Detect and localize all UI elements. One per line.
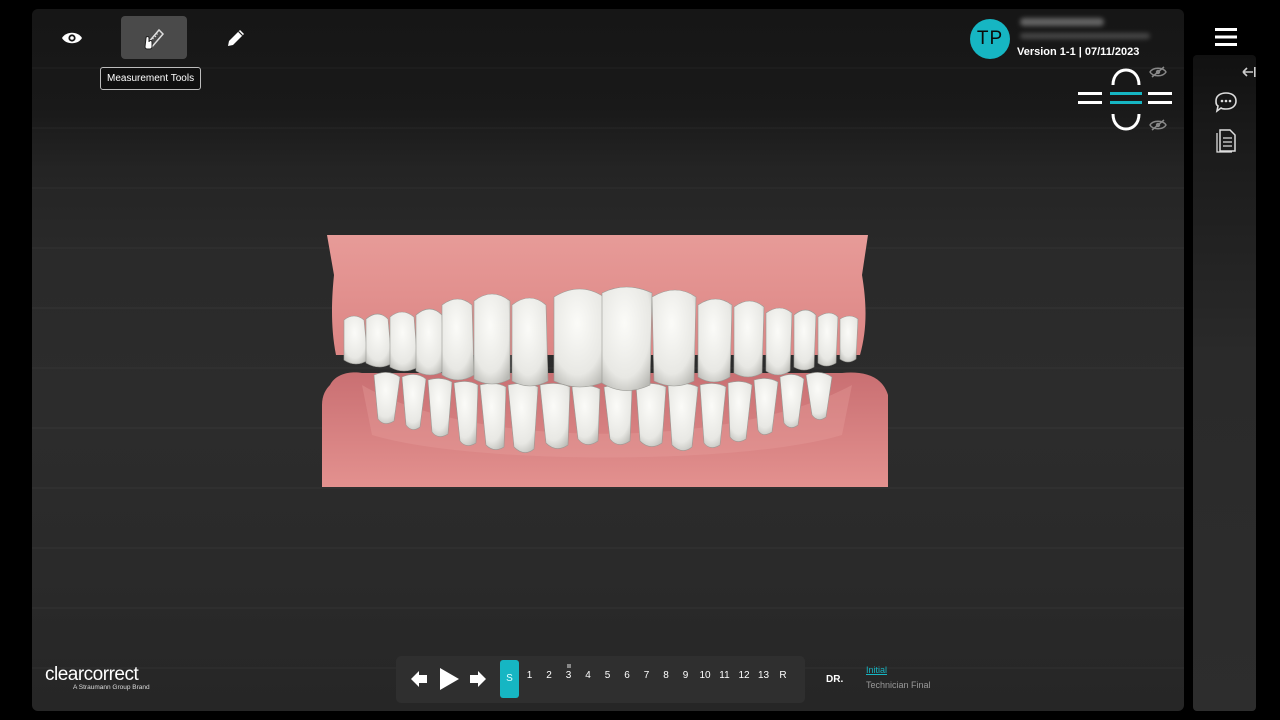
comment-icon[interactable] [1214, 91, 1238, 113]
next-step-icon[interactable] [469, 670, 487, 688]
version-label: Version 1-1 | 07/11/2023 [1017, 46, 1140, 58]
upper-arch-icon[interactable] [1111, 68, 1141, 86]
eye-slash-icon[interactable] [1149, 66, 1167, 78]
dental-model[interactable] [322, 235, 890, 487]
timeline-step-9[interactable]: 9 [678, 670, 694, 681]
doctor-label: DR. [826, 674, 844, 685]
timeline-step-7[interactable]: 7 [639, 670, 655, 681]
brand-tagline: A Straumann Group Brand [73, 684, 150, 691]
bite-view-selector[interactable] [1078, 92, 1172, 104]
edit-button[interactable] [203, 16, 269, 59]
measurement-tools-button[interactable] [121, 16, 187, 59]
timeline-step-10[interactable]: 10 [697, 670, 713, 681]
timeline-step-13[interactable]: 13 [756, 670, 772, 681]
timeline-step-2[interactable]: 2 [541, 670, 557, 681]
tooltip: Measurement Tools [100, 67, 202, 90]
play-icon[interactable] [438, 667, 460, 691]
document-icon[interactable] [1216, 129, 1236, 153]
eye-icon [62, 32, 82, 43]
timeline-step-s[interactable]: S [500, 660, 519, 698]
collapse-arrow-icon[interactable] [1242, 66, 1256, 78]
lower-arch-icon[interactable] [1111, 113, 1141, 131]
initial-link[interactable]: Initial [866, 665, 887, 675]
timeline-step-11[interactable]: 11 [717, 670, 733, 681]
view-button[interactable] [39, 16, 105, 59]
brand-name: clearcorrect [45, 664, 139, 685]
patient-detail-redacted [1020, 33, 1150, 39]
timeline-step-12[interactable]: 12 [736, 670, 752, 681]
pencil-icon [228, 29, 244, 46]
right-sidebar [1193, 55, 1256, 711]
technician-final-link[interactable]: Technician Final [866, 680, 931, 690]
eye-slash-icon[interactable] [1149, 119, 1167, 131]
step-marker [567, 664, 571, 668]
timeline-step-5[interactable]: 5 [600, 670, 616, 681]
patient-name-redacted [1020, 18, 1104, 26]
timeline-step-r[interactable]: R [775, 670, 791, 681]
timeline-step-8[interactable]: 8 [658, 670, 674, 681]
timeline-step-4[interactable]: 4 [580, 670, 596, 681]
timeline-bar: S 1 2 3 4 5 6 7 8 9 10 11 12 13 R [396, 656, 805, 703]
avatar[interactable]: TP [970, 19, 1010, 59]
brand-logo: clearcorrect A Straumann Group Brand [45, 664, 150, 691]
timeline-step-6[interactable]: 6 [619, 670, 635, 681]
measurement-tools-icon [144, 28, 165, 49]
timeline-step-1[interactable]: 1 [522, 670, 538, 681]
hamburger-menu-icon[interactable] [1215, 28, 1237, 46]
timeline-step-3[interactable]: 3 [561, 670, 577, 681]
viewer-canvas[interactable]: Measurement Tools TP Version 1-1 | 07/11… [32, 9, 1184, 711]
previous-step-icon[interactable] [410, 670, 428, 688]
